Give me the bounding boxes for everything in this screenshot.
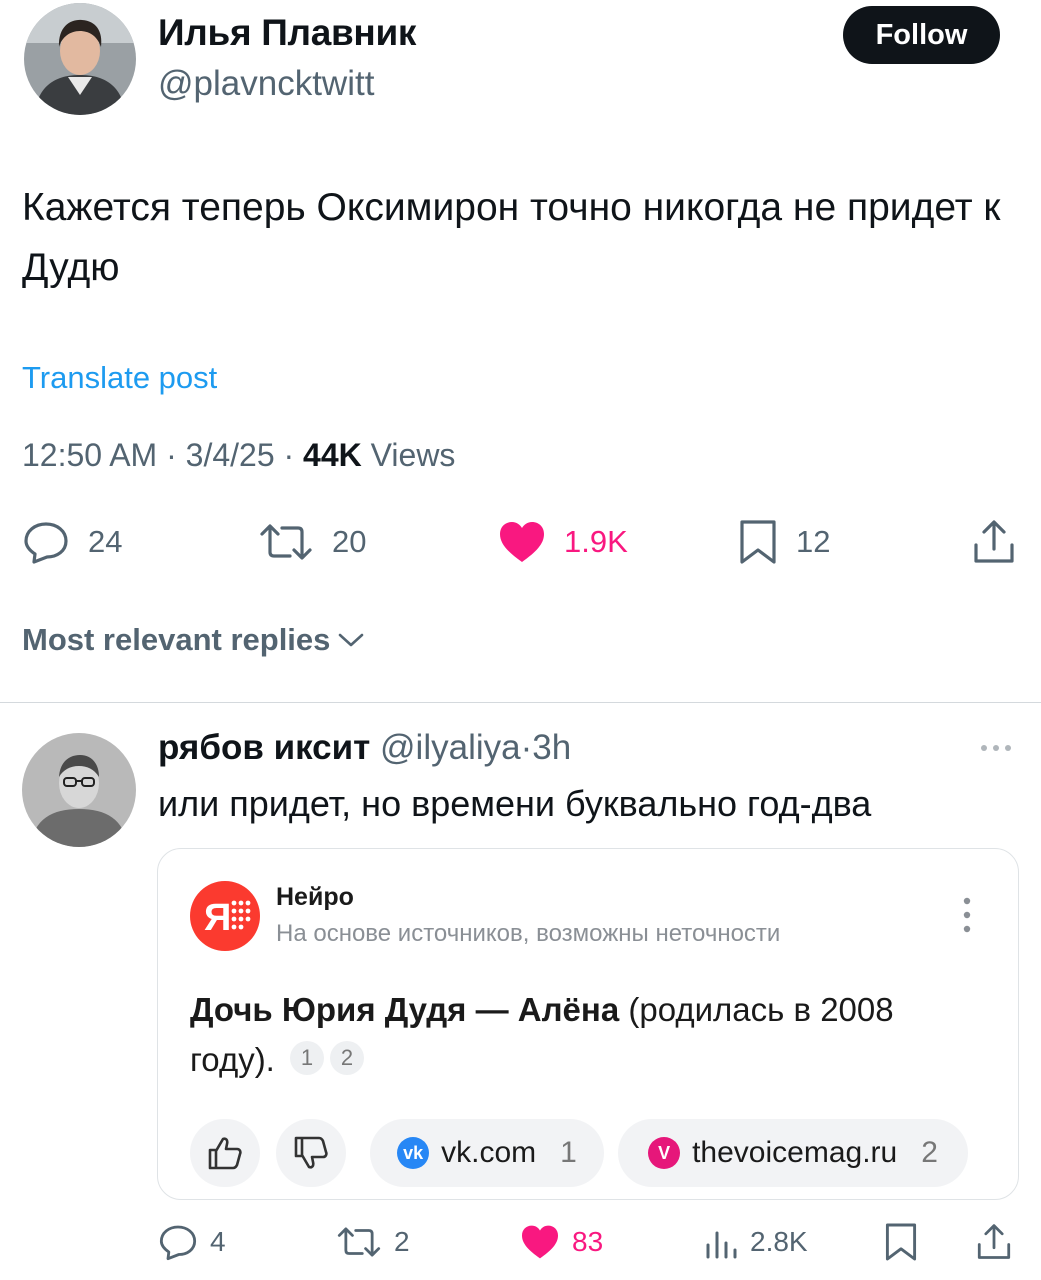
author-handle[interactable]: @plavncktwitt — [158, 64, 374, 104]
like-count: 1.9K — [564, 524, 628, 559]
neuro-title: Нейро — [276, 883, 354, 911]
share-action[interactable] — [972, 515, 1016, 569]
reply-reply-action[interactable]: 4 — [158, 1218, 226, 1266]
thumbs-down-button — [276, 1119, 346, 1187]
translate-post-link[interactable]: Translate post — [22, 360, 217, 396]
reply-views-action[interactable]: 2.8K — [704, 1218, 808, 1266]
vk-logo-icon: vk — [397, 1137, 430, 1169]
source-chip-thevoicemag: V thevoicemag.ru 2 — [618, 1119, 968, 1187]
kebab-menu-icon — [958, 895, 976, 935]
meta-separator: · — [166, 437, 186, 473]
views-count: 44K — [303, 437, 362, 473]
reply-repost-count: 2 — [394, 1226, 410, 1257]
repost-action[interactable]: 20 — [258, 515, 366, 569]
share-icon — [977, 1224, 1011, 1259]
reply-age[interactable]: 3h — [532, 728, 571, 767]
views-label: Views — [370, 437, 456, 473]
repost-icon — [337, 1227, 381, 1257]
bookmark-icon — [885, 1223, 917, 1261]
like-action[interactable]: 1.9K — [498, 515, 628, 569]
tweet-text: Кажется теперь Оксимирон точно никогда н… — [22, 186, 1001, 289]
thevoicemag-logo-icon: V — [648, 1137, 681, 1169]
answer-bold: Дочь Юрия Дудя — Алёна — [190, 991, 620, 1028]
answer-rest: (родилась в 2008 — [628, 991, 894, 1028]
author-avatar[interactable] — [24, 3, 136, 115]
reply-author-name[interactable]: рябов иксит — [158, 728, 370, 767]
neuro-logo-icon: Я — [190, 881, 260, 951]
reply-bookmark-action[interactable] — [884, 1218, 918, 1266]
attached-image[interactable]: Я Нейро На основе источников, возможны н… — [157, 848, 1019, 1200]
bookmark-icon — [740, 520, 776, 564]
source-name: vk.com — [441, 1136, 537, 1169]
thumbs-down-icon — [294, 1136, 328, 1169]
reply-header: рябов иксит @ilyaliya·3h — [158, 728, 571, 768]
reply-reply-count: 4 — [210, 1226, 226, 1257]
repost-count: 20 — [332, 524, 367, 559]
reply-author-avatar[interactable] — [22, 733, 136, 847]
follow-button[interactable]: Follow — [843, 6, 1000, 64]
reply-like-count: 83 — [572, 1226, 604, 1257]
thumbs-up-icon — [208, 1137, 242, 1170]
heart-filled-icon — [500, 522, 544, 562]
reference-chip: 2 — [330, 1041, 365, 1075]
reply-views-count: 2.8K — [750, 1226, 808, 1257]
analytics-icon — [706, 1231, 737, 1259]
svg-text:Я: Я — [204, 897, 231, 939]
tweet-meta: 12:50 AM · 3/4/25 · 44K Views — [22, 437, 455, 474]
tweet-date[interactable]: 3/4/25 — [186, 437, 275, 473]
answer-rest: году). — [190, 1041, 275, 1078]
more-options-icon[interactable] — [976, 736, 1016, 760]
reply-icon — [24, 522, 68, 564]
heart-filled-icon — [522, 1225, 558, 1259]
source-number: 2 — [921, 1136, 938, 1169]
reply-share-action[interactable] — [976, 1218, 1012, 1266]
tweet-time[interactable]: 12:50 AM — [22, 437, 157, 473]
source-name: thevoicemag.ru — [692, 1136, 898, 1169]
reference-chip: 1 — [290, 1041, 325, 1075]
reply-action[interactable]: 24 — [22, 515, 122, 569]
reply-text: или придет, но времени буквально год-два — [158, 783, 872, 824]
neuro-answer: Дочь Юрия Дудя — Алёна (родилась в 2008 … — [190, 985, 990, 1085]
reply-repost-action[interactable]: 2 — [336, 1218, 410, 1266]
reply-icon — [159, 1225, 197, 1261]
divider — [0, 702, 1041, 703]
neuro-subtitle: На основе источников, возможны неточност… — [276, 920, 781, 947]
source-number: 1 — [560, 1136, 577, 1169]
replies-sort-dropdown[interactable]: Most relevant replies — [22, 622, 366, 658]
avatar-photo — [22, 733, 136, 847]
reply-count: 24 — [88, 524, 123, 559]
bookmark-count: 12 — [796, 524, 831, 559]
author-name[interactable]: Илья Плавник — [158, 12, 416, 54]
avatar-photo — [24, 3, 136, 115]
thumbs-up-button — [190, 1119, 260, 1187]
source-chip-vk: vk vk.com 1 — [370, 1119, 604, 1187]
reply-author-handle[interactable]: @ilyaliya — [380, 728, 521, 767]
reply-like-action[interactable]: 83 — [520, 1218, 603, 1266]
meta-separator: · — [520, 728, 533, 767]
meta-separator: · — [283, 437, 304, 473]
share-icon — [974, 520, 1014, 563]
chevron-down-icon — [339, 633, 364, 647]
repost-icon — [260, 524, 312, 560]
bookmark-action[interactable]: 12 — [738, 515, 830, 569]
replies-sort-label: Most relevant replies — [22, 622, 331, 657]
